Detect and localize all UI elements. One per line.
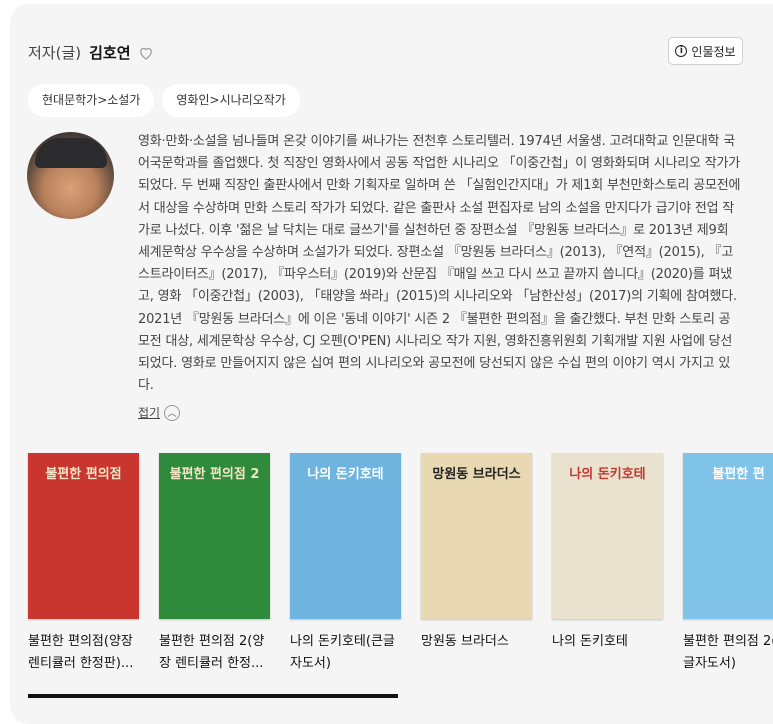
book-cover[interactable]: 나의 돈키호테	[290, 453, 401, 619]
person-info-button[interactable]: i 인물정보	[668, 37, 743, 65]
author-role: 저자(글)	[28, 44, 82, 62]
book-title[interactable]: 나의 돈키호테	[552, 631, 663, 675]
book-title[interactable]: 망원동 브라더스	[421, 631, 532, 675]
cover-title: 불편한 편	[712, 467, 765, 482]
book-title[interactable]: 나의 돈키호테(큰글자도서)	[290, 631, 401, 675]
book-title[interactable]: 불편한 편의점 2(양장 렌티큘러 한정...	[159, 631, 270, 675]
book-item[interactable]: 불편한 편의점 불편한 편의점(양장 렌티큘러 한정판)...	[28, 453, 139, 675]
author-header: 저자(글) 김호연	[28, 42, 155, 63]
author-name[interactable]: 김호연	[89, 42, 130, 63]
fold-toggle[interactable]: 접기 ︿	[138, 404, 181, 421]
author-card: 저자(글) 김호연 i 인물정보 현대문학가>소설가 영화인>시나리오작가 영화…	[10, 4, 773, 724]
cover-title: 불편한 편의점 2	[169, 467, 260, 482]
tag-screenwriter[interactable]: 영화인>시나리오작가	[162, 84, 300, 117]
book-cover[interactable]: 불편한 편	[683, 453, 773, 619]
book-item[interactable]: 나의 돈키호테 나의 돈키호테	[552, 453, 663, 675]
avatar-cap	[35, 138, 107, 168]
person-info-label: 인물정보	[691, 44, 736, 59]
book-item[interactable]: 나의 돈키호테 나의 돈키호테(큰글자도서)	[290, 453, 401, 675]
category-tags: 현대문학가>소설가 영화인>시나리오작가	[28, 84, 300, 117]
book-list: 불편한 편의점 불편한 편의점(양장 렌티큘러 한정판)... 불편한 편의점 …	[28, 453, 773, 675]
avatar	[27, 132, 114, 219]
book-item[interactable]: 불편한 편의점 2 불편한 편의점 2(양장 렌티큘러 한정...	[159, 453, 270, 675]
info-icon: i	[675, 45, 688, 57]
book-title[interactable]: 불편한 편의점 2(큰글자도서)	[683, 631, 773, 675]
cover-title: 불편한 편의점	[45, 467, 122, 482]
cover-title: 망원동 브라더스	[432, 467, 521, 482]
book-item[interactable]: 불편한 편 불편한 편의점 2(큰글자도서)	[683, 453, 773, 675]
fold-label: 접기	[138, 406, 161, 420]
book-cover[interactable]: 불편한 편의점 2	[159, 453, 270, 619]
scroll-indicator[interactable]	[28, 694, 398, 698]
cover-title: 나의 돈키호테	[307, 467, 384, 482]
tag-novelist[interactable]: 현대문학가>소설가	[28, 84, 155, 117]
cover-title: 나의 돈키호테	[569, 467, 646, 482]
book-cover[interactable]: 망원동 브라더스	[421, 453, 532, 619]
book-title[interactable]: 불편한 편의점(양장 렌티큘러 한정판)...	[28, 631, 139, 675]
chevron-up-icon: ︿	[164, 404, 181, 421]
book-cover[interactable]: 나의 돈키호테	[552, 453, 663, 619]
author-bio: 영화·만화·소설을 넘나들며 온갖 이야기를 써나가는 전천후 스토리텔러. 1…	[138, 134, 741, 394]
book-cover[interactable]: 불편한 편의점	[28, 453, 139, 619]
heart-icon[interactable]	[137, 44, 155, 62]
book-item[interactable]: 망원동 브라더스 망원동 브라더스	[421, 453, 532, 675]
